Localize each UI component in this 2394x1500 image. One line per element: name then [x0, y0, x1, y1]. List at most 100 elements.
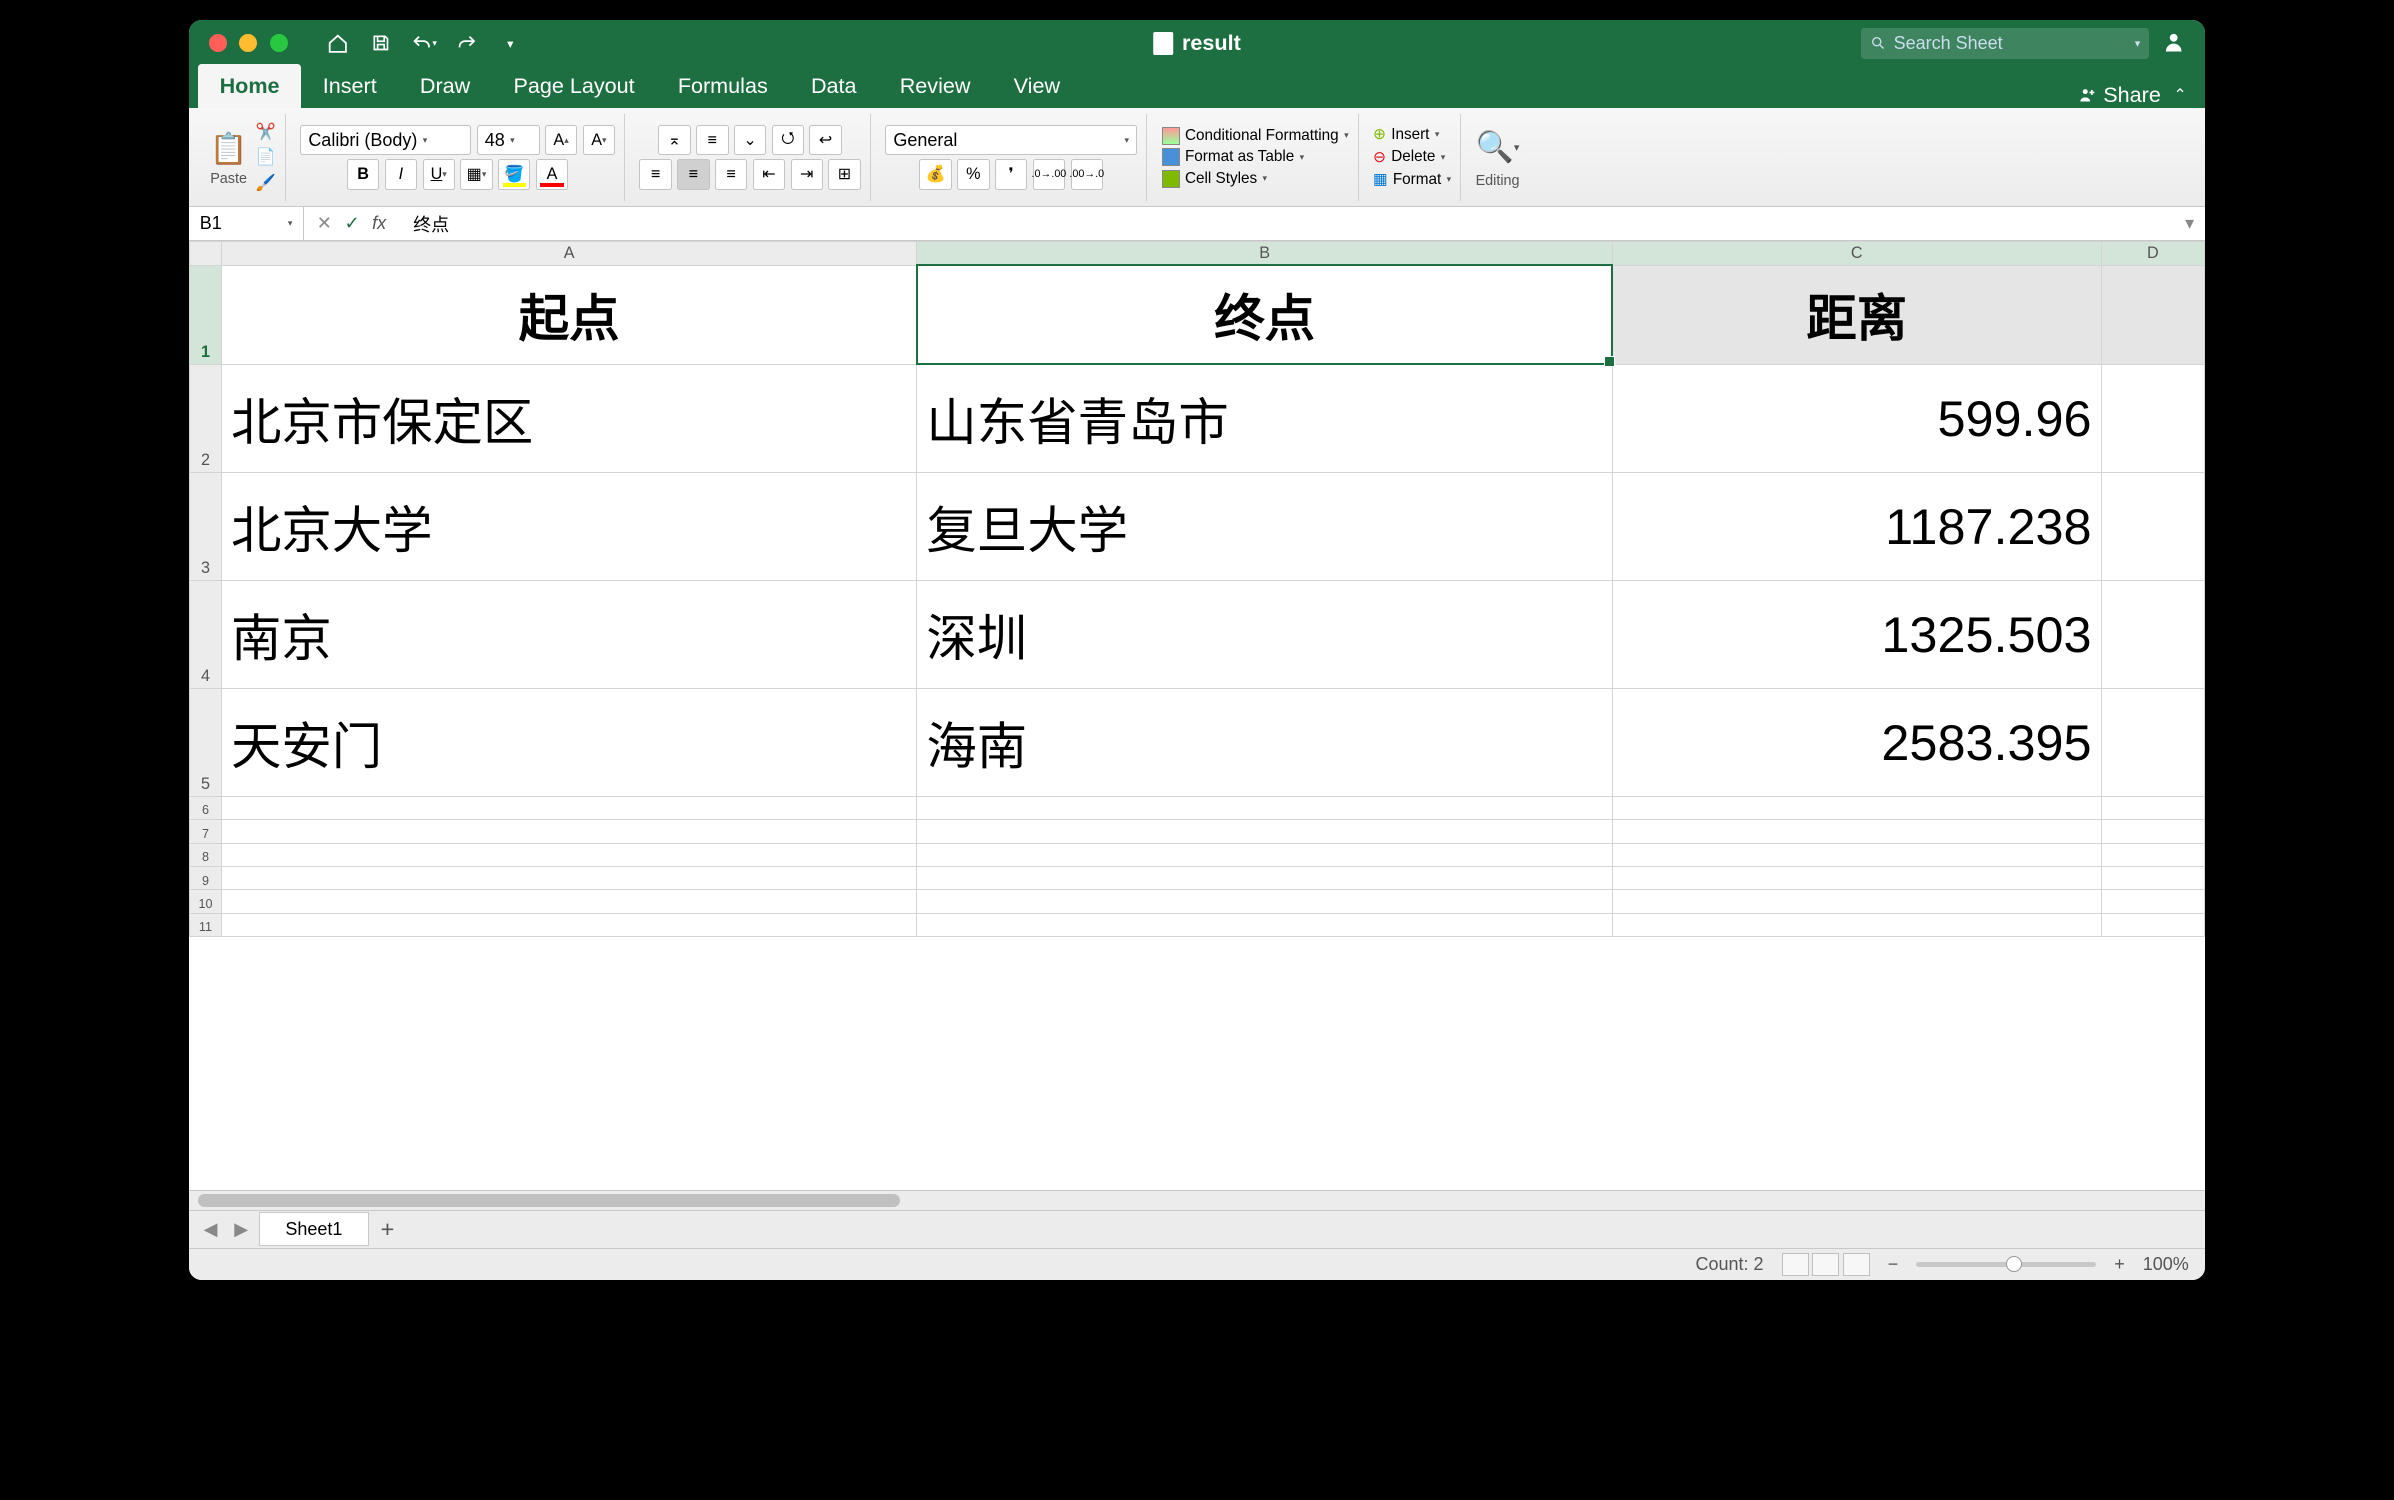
merge-cells-icon[interactable]: ⊞ — [828, 159, 860, 190]
horizontal-scrollbar[interactable] — [189, 1190, 2205, 1210]
delete-cells-button[interactable]: ⊖Delete▾ — [1373, 148, 1451, 167]
tab-review[interactable]: Review — [878, 64, 992, 108]
row-header-10[interactable]: 10 — [190, 890, 222, 913]
cell-a10[interactable] — [221, 890, 916, 913]
row-header-9[interactable]: 9 — [190, 866, 222, 889]
tab-home[interactable]: Home — [198, 64, 301, 108]
bold-button[interactable]: B — [347, 159, 379, 190]
user-account-icon[interactable] — [2162, 30, 2189, 57]
cell-c6[interactable] — [1612, 796, 2101, 819]
close-window-button[interactable] — [209, 34, 227, 52]
increase-indent-icon[interactable]: ⇥ — [791, 159, 823, 190]
undo-icon[interactable]: ▾ — [410, 30, 437, 57]
format-as-table-button[interactable]: Format as Table▾ — [1162, 148, 1349, 166]
cell-d7[interactable] — [2101, 820, 2204, 843]
tab-view[interactable]: View — [992, 64, 1082, 108]
format-cells-button[interactable]: ▦Format▾ — [1373, 170, 1451, 189]
cell-b9[interactable] — [917, 866, 1612, 889]
italic-button[interactable]: I — [385, 159, 417, 190]
cell-b7[interactable] — [917, 820, 1612, 843]
decrease-font-icon[interactable]: A▾ — [583, 125, 615, 156]
page-layout-view-button[interactable] — [1812, 1253, 1839, 1276]
conditional-formatting-button[interactable]: Conditional Formatting▾ — [1162, 127, 1349, 145]
align-top-icon[interactable]: ⌅ — [658, 125, 690, 156]
paste-button[interactable]: 📋 — [207, 128, 250, 171]
tab-page-layout[interactable]: Page Layout — [492, 64, 656, 108]
cell-a9[interactable] — [221, 866, 916, 889]
cell-b8[interactable] — [917, 843, 1612, 866]
underline-button[interactable]: U▾ — [423, 159, 455, 190]
worksheet-grid[interactable]: A B C D 1 起点 终点 距离 2 北京市保定区 山东省青岛市 599.9… — [189, 241, 2205, 1190]
sheet-tab-sheet1[interactable]: Sheet1 — [259, 1212, 368, 1246]
page-break-view-button[interactable] — [1843, 1253, 1870, 1276]
align-center-icon[interactable]: ≡ — [677, 159, 709, 190]
row-header-6[interactable]: 6 — [190, 796, 222, 819]
add-sheet-button[interactable]: + — [374, 1216, 401, 1243]
align-left-icon[interactable]: ≡ — [639, 159, 671, 190]
font-family-select[interactable]: Calibri (Body)▾ — [300, 125, 471, 156]
row-header-11[interactable]: 11 — [190, 913, 222, 936]
increase-font-icon[interactable]: A▴ — [545, 125, 577, 156]
minimize-window-button[interactable] — [239, 34, 257, 52]
collapse-ribbon-icon[interactable]: ⌃ — [2173, 85, 2187, 105]
row-header-5[interactable]: 5 — [190, 688, 222, 796]
cancel-formula-icon[interactable]: ✕ — [317, 213, 332, 234]
cell-d8[interactable] — [2101, 843, 2204, 866]
tab-formulas[interactable]: Formulas — [656, 64, 789, 108]
align-right-icon[interactable]: ≡ — [715, 159, 747, 190]
align-middle-icon[interactable]: ≡ — [696, 125, 728, 156]
fx-label[interactable]: fx — [372, 213, 393, 234]
increase-decimal-icon[interactable]: .0→.00 — [1033, 159, 1065, 190]
zoom-slider[interactable] — [1916, 1262, 2096, 1267]
row-header-7[interactable]: 7 — [190, 820, 222, 843]
normal-view-button[interactable] — [1782, 1253, 1809, 1276]
search-input[interactable]: Search Sheet ▾ — [1861, 28, 2149, 59]
cell-d5[interactable] — [2101, 688, 2204, 796]
copy-icon[interactable]: 📄 — [256, 147, 276, 167]
column-header-d[interactable]: D — [2101, 242, 2204, 265]
decrease-indent-icon[interactable]: ⇤ — [753, 159, 785, 190]
cell-c5[interactable]: 2583.395 — [1612, 688, 2101, 796]
tab-data[interactable]: Data — [789, 64, 878, 108]
column-header-a[interactable]: A — [221, 242, 916, 265]
cell-d6[interactable] — [2101, 796, 2204, 819]
cell-b4[interactable]: 深圳 — [917, 580, 1612, 688]
prev-sheet-icon[interactable]: ◀ — [198, 1217, 223, 1242]
row-header-8[interactable]: 8 — [190, 843, 222, 866]
expand-formula-bar-icon[interactable]: ▾ — [2185, 213, 2205, 234]
font-color-button[interactable]: A — [536, 159, 568, 190]
row-header-3[interactable]: 3 — [190, 472, 222, 580]
cell-b3[interactable]: 复旦大学 — [917, 472, 1612, 580]
cell-d9[interactable] — [2101, 866, 2204, 889]
cell-d11[interactable] — [2101, 913, 2204, 936]
scrollbar-thumb[interactable] — [198, 1194, 900, 1207]
redo-icon[interactable] — [454, 30, 481, 57]
zoom-out-button[interactable]: − — [1888, 1254, 1899, 1275]
fill-color-button[interactable]: 🪣 — [498, 159, 530, 190]
number-format-select[interactable]: General▾ — [885, 125, 1137, 156]
zoom-level[interactable]: 100% — [2143, 1254, 2189, 1275]
format-painter-icon[interactable]: 🖌️ — [256, 173, 276, 193]
cell-b5[interactable]: 海南 — [917, 688, 1612, 796]
cell-a2[interactable]: 北京市保定区 — [221, 364, 916, 472]
cell-a5[interactable]: 天安门 — [221, 688, 916, 796]
decrease-decimal-icon[interactable]: .00→.0 — [1071, 159, 1103, 190]
accounting-format-icon[interactable]: 💰 — [919, 159, 951, 190]
cell-b11[interactable] — [917, 913, 1612, 936]
tab-draw[interactable]: Draw — [398, 64, 492, 108]
cell-d1[interactable] — [2101, 265, 2204, 364]
find-select-icon[interactable]: 🔍▾ — [1476, 126, 1519, 169]
column-header-b[interactable]: B — [917, 242, 1612, 265]
cell-c11[interactable] — [1612, 913, 2101, 936]
cell-a3[interactable]: 北京大学 — [221, 472, 916, 580]
wrap-text-icon[interactable]: ↩ — [809, 125, 841, 156]
zoom-in-button[interactable]: + — [2114, 1254, 2125, 1275]
next-sheet-icon[interactable]: ▶ — [229, 1217, 254, 1242]
cell-c8[interactable] — [1612, 843, 2101, 866]
font-size-select[interactable]: 48▾ — [477, 125, 540, 156]
cell-a8[interactable] — [221, 843, 916, 866]
row-header-1[interactable]: 1 — [190, 265, 222, 364]
orientation-icon[interactable]: ⭯ — [772, 125, 804, 156]
row-header-4[interactable]: 4 — [190, 580, 222, 688]
cell-b1[interactable]: 终点 — [917, 265, 1612, 364]
